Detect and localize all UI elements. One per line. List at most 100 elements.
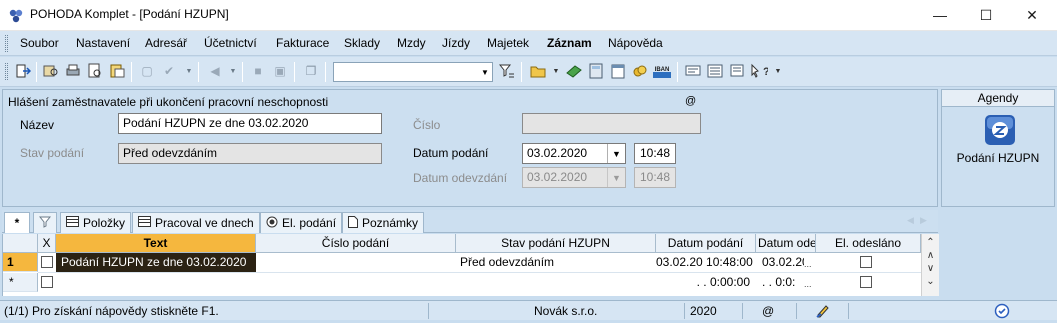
menu-sklady[interactable]: Sklady [344, 36, 380, 50]
maximize-button[interactable]: ☐ [963, 0, 1009, 30]
tab-scroll-left-icon[interactable]: ◀ [907, 215, 914, 226]
menu-zaznam[interactable]: Záznam [547, 36, 592, 50]
column-header-stav-podani[interactable]: Stav podání HZUPN [456, 234, 656, 253]
agenda-title: Agendy [942, 90, 1054, 107]
menu-napoveda[interactable]: Nápověda [608, 36, 663, 50]
scroll-top-icon[interactable]: ⌃ [922, 235, 939, 249]
help-icon[interactable]: ? [750, 62, 768, 80]
new-row-marker[interactable]: * [3, 273, 38, 292]
tab-poznamky[interactable]: Poznámky [342, 212, 425, 233]
tab-el-podani[interactable]: El. podání [260, 212, 343, 233]
note-icon[interactable] [728, 62, 746, 80]
new-record-icon[interactable]: ▢ [138, 62, 156, 80]
tab-polozky[interactable]: Položky [60, 212, 132, 233]
chevron-down-icon[interactable]: ▼ [607, 144, 625, 163]
menu-ucetnictvi[interactable]: Účetnictví [204, 36, 257, 50]
document-icon [348, 215, 358, 231]
folder-icon[interactable] [529, 62, 547, 80]
menu-jizdy[interactable]: Jízdy [442, 36, 470, 50]
menu-fakturace[interactable]: Fakturace [276, 36, 329, 50]
calculator-icon[interactable] [587, 62, 605, 80]
menubar-grip[interactable] [5, 35, 8, 52]
search-db-icon[interactable] [42, 62, 60, 80]
tab-pracoval-label: Pracoval ve dnech [155, 216, 254, 230]
row-number[interactable]: 1 [3, 253, 38, 272]
el-odeslano-checkbox[interactable] [860, 256, 872, 268]
iban-icon[interactable]: IBAN [652, 62, 672, 80]
save-icon[interactable]: ■ [249, 62, 267, 80]
folder-dropdown-icon[interactable]: ▼ [547, 62, 565, 80]
help-dropdown-icon[interactable]: ▼ [769, 62, 787, 80]
save-all-icon[interactable]: ▣ [271, 62, 289, 80]
back-dropdown-icon[interactable]: ▼ [224, 62, 242, 80]
menu-soubor[interactable]: Soubor [20, 36, 59, 50]
scroll-bottom-icon[interactable]: ⌄ [922, 274, 939, 288]
menu-majetek[interactable]: Majetek [487, 36, 529, 50]
filter-icon[interactable] [498, 62, 516, 80]
nazev-field[interactable]: Podání HZUPN ze dne 03.02.2020 [118, 113, 382, 134]
cislo-field[interactable] [522, 113, 701, 134]
status-separator [796, 303, 797, 319]
table-row-new[interactable]: * . . 0:00:00 . . 0:0: ... [3, 273, 921, 292]
copy-icon[interactable]: ❐ [302, 62, 320, 80]
row-select-checkbox[interactable] [41, 276, 53, 288]
cislo-label: Číslo [413, 118, 441, 132]
print-icon[interactable] [64, 62, 82, 80]
datum-odevzdani-date-value: 03.02.2020 [527, 170, 588, 184]
hzupn-agenda-icon[interactable] [984, 114, 1016, 146]
cell-stav-podani[interactable]: Před odevzdáním [456, 253, 656, 272]
cell-datum-podani[interactable]: 03.02.20 10:48:00 [656, 253, 756, 272]
exit-icon[interactable] [14, 62, 32, 80]
tab-all[interactable]: * [4, 212, 30, 233]
toolbar-separator [521, 62, 522, 82]
stav-podani-label: Stav podání [20, 146, 85, 160]
column-header-x[interactable]: X [38, 234, 56, 253]
column-header-text[interactable]: Text [56, 234, 256, 253]
column-header-datum-podani[interactable]: Datum podání [656, 234, 756, 253]
print-preview-icon[interactable] [86, 62, 104, 80]
row-select-checkbox[interactable] [41, 256, 53, 268]
datum-podani-label: Datum podání [413, 146, 489, 160]
edit-dropdown-icon[interactable]: ▼ [180, 62, 198, 80]
close-button[interactable]: ✕ [1009, 0, 1055, 30]
back-arrow-icon[interactable]: ◀ [206, 62, 224, 80]
vertical-scrollbar[interactable]: ⌃ ∧ ∨ ⌄ [921, 234, 939, 296]
chevron-down-icon[interactable]: ▼ [478, 63, 492, 81]
tab-pracoval-ve-dnech[interactable]: Pracoval ve dnech [132, 212, 260, 233]
agenda-item-label[interactable]: Podání HZUPN [942, 151, 1054, 165]
toolbar-separator [325, 62, 326, 82]
toolbar-grip[interactable] [5, 63, 8, 80]
report-icon[interactable] [108, 62, 126, 80]
toolbar-combo[interactable]: ▼ [333, 62, 493, 82]
cell-datum-ode[interactable]: 03.02.20 [756, 253, 804, 272]
tab-filter[interactable] [33, 212, 57, 233]
tab-scroll-right-icon[interactable]: ▶ [920, 215, 927, 226]
el-odeslano-checkbox[interactable] [860, 276, 872, 288]
list-icon[interactable] [706, 62, 724, 80]
datum-podani-time-field[interactable]: 10:48 [634, 143, 676, 164]
cell-datum-ode-ellipsis[interactable]: ... [804, 275, 816, 294]
cell-text[interactable]: Podání HZUPN ze dne 03.02.2020 [56, 253, 256, 272]
menu-nastaveni[interactable]: Nastavení [76, 36, 130, 50]
scroll-down-icon[interactable]: ∨ [922, 261, 939, 275]
cell-datum-podani[interactable]: . . 0:00:00 [656, 273, 756, 292]
datum-podani-date-field[interactable]: 03.02.2020 ▼ [522, 143, 626, 164]
column-header-cislo-podani[interactable]: Číslo podání [256, 234, 456, 253]
nazev-label: Název [20, 118, 55, 132]
minimize-button[interactable]: — [917, 0, 963, 30]
column-header-el-odeslano[interactable]: El. odesláno [816, 234, 921, 253]
scroll-up-icon[interactable]: ∧ [922, 248, 939, 262]
calendar-icon[interactable] [609, 62, 627, 80]
cell-datum-ode[interactable]: . . 0:0: [756, 273, 804, 292]
edit-icon[interactable]: ✔ [160, 62, 178, 80]
table-row[interactable]: 1 Podání HZUPN ze dne 03.02.2020 Před od… [3, 253, 921, 272]
menu-mzdy[interactable]: Mzdy [397, 36, 426, 50]
money-icon[interactable] [565, 62, 583, 80]
column-header-datum-ode[interactable]: Datum ode [756, 234, 816, 253]
cell-cislo-podani[interactable] [256, 253, 456, 272]
message-icon[interactable] [684, 62, 702, 80]
stav-podani-field: Před odevzdáním [118, 143, 382, 164]
menu-adresar[interactable]: Adresář [145, 36, 187, 50]
status-sign-icon [815, 303, 831, 319]
coins-icon[interactable] [631, 62, 649, 80]
